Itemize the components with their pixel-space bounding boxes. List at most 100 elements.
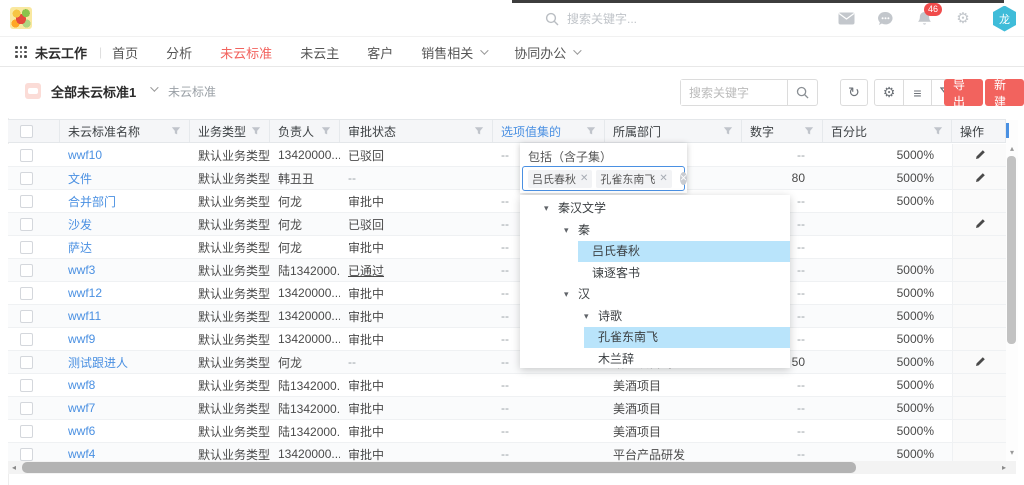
column-header-数字: 数字 [742, 120, 823, 142]
gear-icon[interactable]: ⚙ [954, 10, 972, 28]
chat-icon[interactable] [876, 10, 894, 28]
app-grid-icon[interactable] [15, 46, 27, 58]
tree-item-木兰辞[interactable]: 木兰辞 [520, 349, 790, 369]
horizontal-scroll-thumb[interactable] [22, 462, 856, 473]
cell-name[interactable]: wwf7 [60, 397, 190, 419]
global-search[interactable] [545, 8, 717, 30]
tree-item-秦[interactable]: ▾秦 [520, 220, 790, 241]
app-logo[interactable] [10, 7, 32, 29]
chevron-down-icon[interactable] [150, 83, 158, 91]
nav-item-分析[interactable]: 分析 [166, 43, 192, 62]
row-checkbox[interactable] [20, 149, 33, 162]
column-filter-icon[interactable] [723, 126, 733, 136]
cell-type: 默认业务类型 [190, 236, 270, 258]
nav-item-协同办公[interactable]: 协同办公 [514, 43, 579, 62]
tree-item-吕氏春秋[interactable]: 吕氏春秋 [520, 241, 790, 262]
search-icon[interactable] [787, 80, 817, 105]
row-checkbox[interactable] [20, 379, 33, 392]
row-checkbox[interactable] [20, 195, 33, 208]
column-filter-icon[interactable] [804, 126, 814, 136]
column-header-负责人: 负责人 [270, 120, 340, 142]
vertical-scroll-thumb[interactable] [1007, 156, 1016, 344]
global-search-input[interactable] [567, 12, 717, 26]
cell-name[interactable]: wwf10 [60, 144, 190, 166]
workspace-title[interactable]: 未云工作 [35, 43, 87, 62]
nav-item-客户[interactable]: 客户 [367, 43, 393, 62]
tag-remove-icon[interactable]: ✕ [659, 173, 667, 184]
edit-icon[interactable] [974, 356, 986, 368]
create-button[interactable]: 新建 [985, 79, 1024, 106]
column-filter-icon[interactable] [171, 126, 181, 136]
row-checkbox[interactable] [20, 172, 33, 185]
column-filter-icon[interactable] [474, 126, 484, 136]
cell-name[interactable]: 合并部门 [60, 190, 190, 212]
row-checkbox[interactable] [20, 402, 33, 415]
row-action-cell [952, 305, 1006, 327]
bell-icon[interactable]: 46 [915, 10, 933, 28]
cell-name[interactable]: wwf9 [60, 328, 190, 350]
tree-item-汉[interactable]: ▾汉 [520, 284, 790, 305]
view-title[interactable]: 全部未云标准1 [51, 82, 136, 101]
cell-percent: 5000% [823, 397, 952, 419]
tag-remove-icon[interactable]: ✕ [580, 173, 588, 184]
cell-type: 默认业务类型 [190, 305, 270, 327]
tree-item-谏逐客书[interactable]: 谏逐客书 [520, 263, 790, 284]
scroll-down-icon[interactable]: ▾ [1006, 448, 1018, 457]
mail-icon[interactable] [837, 10, 855, 28]
nav-item-未云标准[interactable]: 未云标准 [220, 43, 272, 62]
tags-input[interactable]: 吕氏春秋✕孔雀东南飞✕ ✕ [522, 166, 685, 191]
filter-tag[interactable]: 吕氏春秋✕ [528, 170, 592, 188]
row-checkbox[interactable] [20, 448, 33, 461]
export-button[interactable]: 导出 [944, 79, 983, 106]
avatar[interactable]: 龙 [993, 6, 1016, 32]
column-filter-icon[interactable] [251, 126, 261, 136]
edit-icon[interactable] [974, 149, 986, 161]
cell-name[interactable]: wwf12 [60, 282, 190, 304]
column-filter-icon[interactable] [321, 126, 331, 136]
tree-item-秦汉文学[interactable]: ▾秦汉文学 [520, 198, 790, 219]
cell-percent: 5000% [823, 328, 952, 350]
select-all-checkbox[interactable] [20, 125, 33, 138]
cell-name[interactable]: wwf8 [60, 374, 190, 396]
tree-expand-icon[interactable]: ▾ [564, 225, 578, 236]
column-filter-icon[interactable] [586, 126, 596, 136]
cell-dept: 美酒项目 [605, 397, 742, 419]
row-checkbox[interactable] [20, 241, 33, 254]
row-checkbox[interactable] [20, 356, 33, 369]
clear-icon[interactable]: ✕ [680, 172, 688, 185]
column-filter-icon[interactable] [933, 126, 943, 136]
row-checkbox[interactable] [20, 333, 33, 346]
cell-name[interactable]: 文件 [60, 167, 190, 189]
row-checkbox[interactable] [20, 264, 33, 277]
nav-item-首页[interactable]: 首页 [112, 43, 138, 62]
row-checkbox[interactable] [20, 425, 33, 438]
list-view-icon[interactable]: ≡ [903, 80, 931, 105]
tree-expand-icon[interactable]: ▾ [564, 289, 578, 300]
cell-name[interactable]: wwf11 [60, 305, 190, 327]
refresh-button[interactable]: ↻ [840, 79, 868, 106]
row-checkbox[interactable] [20, 287, 33, 300]
tree-expand-icon[interactable]: ▾ [544, 203, 558, 214]
scroll-right-icon[interactable]: ▸ [1002, 463, 1006, 472]
cell-name[interactable]: wwf3 [60, 259, 190, 281]
scroll-up-icon[interactable]: ▴ [1006, 144, 1018, 153]
nav-item-销售相关[interactable]: 销售相关 [421, 43, 486, 62]
tree-item-诗歌[interactable]: ▾诗歌 [520, 306, 790, 327]
cell-name[interactable]: 沙发 [60, 213, 190, 235]
list-search-input[interactable] [681, 80, 787, 105]
nav-item-未云主[interactable]: 未云主 [300, 43, 339, 62]
edit-icon[interactable] [974, 218, 986, 230]
cell-name[interactable]: wwf6 [60, 420, 190, 442]
tree-item-label: 木兰辞 [584, 349, 790, 369]
filter-tag[interactable]: 孔雀东南飞✕ [596, 170, 671, 188]
row-checkbox[interactable] [20, 310, 33, 323]
settings-icon[interactable]: ⚙ [875, 80, 903, 105]
tree-expand-icon[interactable]: ▾ [584, 311, 598, 322]
tree-item-孔雀东南飞[interactable]: 孔雀东南飞 [520, 327, 790, 348]
edit-icon[interactable] [974, 172, 986, 184]
scroll-left-icon[interactable]: ◂ [8, 463, 20, 472]
row-checkbox[interactable] [20, 218, 33, 231]
cell-name[interactable]: 萨达 [60, 236, 190, 258]
row-action-cell [952, 328, 1006, 350]
cell-name[interactable]: 测试跟进人 [60, 351, 190, 373]
